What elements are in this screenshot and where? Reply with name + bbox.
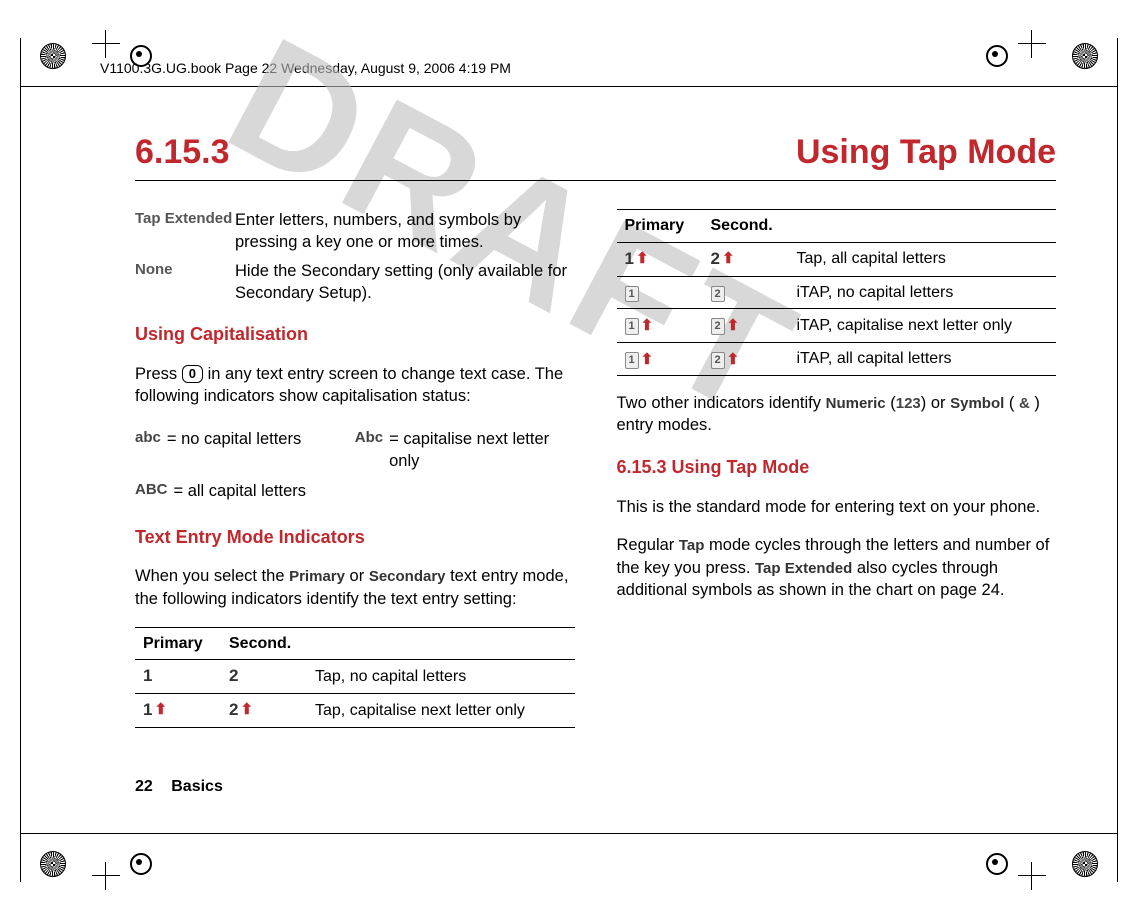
secondary-indicator-icon: 2⬆: [229, 699, 253, 722]
primary-indicator-icon: 1: [143, 665, 152, 688]
indicator-description: Tap, capitalise next letter only: [307, 694, 575, 728]
book-header-note: V1100.3G.UG.book Page 22 Wednesday, Augu…: [100, 60, 511, 76]
arrow-up-icon: ⬆: [154, 700, 167, 720]
chip-icon: 2: [711, 352, 725, 369]
table-row: 1 2 Tap, no capital letters: [135, 660, 575, 694]
chip-icon: 2: [711, 286, 725, 303]
section-number: 6.15.3: [135, 133, 230, 172]
caps-item: Abc = capitalise next letter only: [355, 424, 575, 477]
definition-row: Tap Extended Enter letters, numbers, and…: [135, 209, 575, 254]
primary-indicator-icon: 1⬆: [625, 316, 654, 336]
tap-mode-p2: Regular Tap mode cycles through the lett…: [617, 534, 1057, 601]
definition-row: None Hide the Secondary setting (only av…: [135, 260, 575, 305]
target-icon: [130, 853, 152, 875]
caps-item: ABC = all capital letters: [135, 476, 355, 506]
capitalisation-paragraph: Press 0 in any text entry screen to chan…: [135, 363, 575, 408]
symbol-icon: &: [1019, 395, 1030, 412]
arrow-up-icon: ⬆: [641, 316, 654, 336]
indicator-description: iTAP, capitalise next letter only: [789, 309, 1057, 343]
chip-icon: 1: [625, 352, 639, 369]
indicators-paragraph: When you select the Primary or Secondary…: [135, 565, 575, 610]
registration-mark-icon: [1072, 43, 1098, 69]
table-header-row: Primary Second.: [617, 210, 1057, 243]
table-row: 1 2 iTAP, no capital letters: [617, 276, 1057, 309]
target-icon: [986, 853, 1008, 875]
definition-term: Tap Extended: [135, 209, 235, 254]
crop-rule-left: [20, 38, 21, 882]
arrow-up-icon: ⬆: [636, 249, 649, 269]
table-header-row: Primary Second.: [135, 627, 575, 660]
primary-indicator-icon: 1⬆: [143, 699, 167, 722]
crop-rule-top: [20, 86, 1118, 87]
indicators-table-right: Primary Second. 1⬆ 2⬆ Tap, all capital l…: [617, 209, 1057, 376]
col-primary: Primary: [135, 627, 221, 660]
secondary-indicator-icon: 2: [229, 665, 238, 688]
page-footer: 22 Basics: [135, 778, 237, 796]
table-row: 1⬆ 2⬆ iTAP, capitalise next letter only: [617, 309, 1057, 343]
crop-mark-icon: [1018, 30, 1046, 58]
primary-indicator-icon: 1⬆: [625, 350, 654, 370]
section-title: 6.15.3 Using Tap Mode: [135, 133, 1056, 172]
crop-mark-icon: [92, 862, 120, 890]
indicator-description: iTAP, no capital letters: [789, 276, 1057, 309]
registration-mark-icon: [1072, 851, 1098, 877]
crop-mark-icon: [92, 30, 120, 58]
page-number: 22: [135, 778, 153, 795]
definition-body: Hide the Secondary setting (only availab…: [235, 260, 575, 305]
chapter-name: Basics: [171, 778, 223, 795]
primary-indicator-icon: 1: [625, 286, 639, 303]
registration-mark-icon: [40, 851, 66, 877]
page: V1100.3G.UG.book Page 22 Wednesday, Augu…: [0, 0, 1138, 920]
key-zero-icon: 0: [182, 365, 203, 383]
right-column: Primary Second. 1⬆ 2⬆ Tap, all capital l…: [617, 203, 1057, 728]
crop-rule-right: [1117, 38, 1118, 882]
tap-mode-p1: This is the standard mode for entering t…: [617, 496, 1057, 518]
abc-mixed-icon: Abc: [355, 428, 383, 473]
target-icon: [986, 45, 1008, 67]
arrow-up-icon: ⬆: [727, 350, 740, 370]
table-row: 1⬆ 2⬆ iTAP, all capital letters: [617, 342, 1057, 376]
indicator-description: Tap, no capital letters: [307, 660, 575, 694]
chip-icon: 2: [711, 318, 725, 335]
numeric-symbol-paragraph: Two other indicators identify Numeric (1…: [617, 392, 1057, 437]
definition-body: Enter letters, numbers, and symbols by p…: [235, 209, 575, 254]
arrow-up-icon: ⬆: [240, 700, 253, 720]
secondary-indicator-icon: 2⬆: [711, 316, 740, 336]
caps-item: abc = no capital letters: [135, 424, 355, 477]
subheading-indicators: Text Entry Mode Indicators: [135, 525, 575, 549]
col-secondary: Second.: [703, 210, 789, 243]
table-row: 1⬆ 2⬆ Tap, capitalise next letter only: [135, 694, 575, 728]
indicators-table-left: Primary Second. 1 2 Tap, no capital lett…: [135, 627, 575, 728]
crop-mark-icon: [1018, 862, 1046, 890]
col-secondary: Second.: [221, 627, 307, 660]
registration-mark-icon: [40, 43, 66, 69]
abc-upper-icon: ABC: [135, 480, 168, 502]
indicator-description: iTAP, all capital letters: [789, 342, 1057, 376]
secondary-indicator-icon: 2: [711, 286, 725, 303]
subheading-capitalisation: Using Capitalisation: [135, 322, 575, 346]
indicator-description: Tap, all capital letters: [789, 242, 1057, 276]
definition-term: None: [135, 260, 235, 305]
table-row: 1⬆ 2⬆ Tap, all capital letters: [617, 242, 1057, 276]
chip-icon: 1: [625, 318, 639, 335]
secondary-indicator-icon: 2⬆: [711, 350, 740, 370]
col-primary: Primary: [617, 210, 703, 243]
title-rule: [135, 180, 1056, 181]
content-area: 6.15.3 Using Tap Mode Tap Extended Enter…: [135, 115, 1056, 790]
numeric-icon: 123: [896, 395, 921, 412]
section-heading: Using Tap Mode: [796, 133, 1056, 172]
crop-rule-bottom: [20, 833, 1118, 834]
arrow-up-icon: ⬆: [641, 350, 654, 370]
subheading-tap-mode: 6.15.3 Using Tap Mode: [617, 455, 1057, 479]
left-column: Tap Extended Enter letters, numbers, and…: [135, 203, 575, 728]
abc-lower-icon: abc: [135, 428, 161, 473]
arrow-up-icon: ⬆: [722, 249, 735, 269]
secondary-indicator-icon: 2⬆: [711, 248, 735, 271]
capitalisation-indicator-grid: abc = no capital letters Abc = capitalis…: [135, 424, 575, 507]
arrow-up-icon: ⬆: [727, 316, 740, 336]
chip-icon: 1: [625, 286, 639, 303]
primary-indicator-icon: 1⬆: [625, 248, 649, 271]
